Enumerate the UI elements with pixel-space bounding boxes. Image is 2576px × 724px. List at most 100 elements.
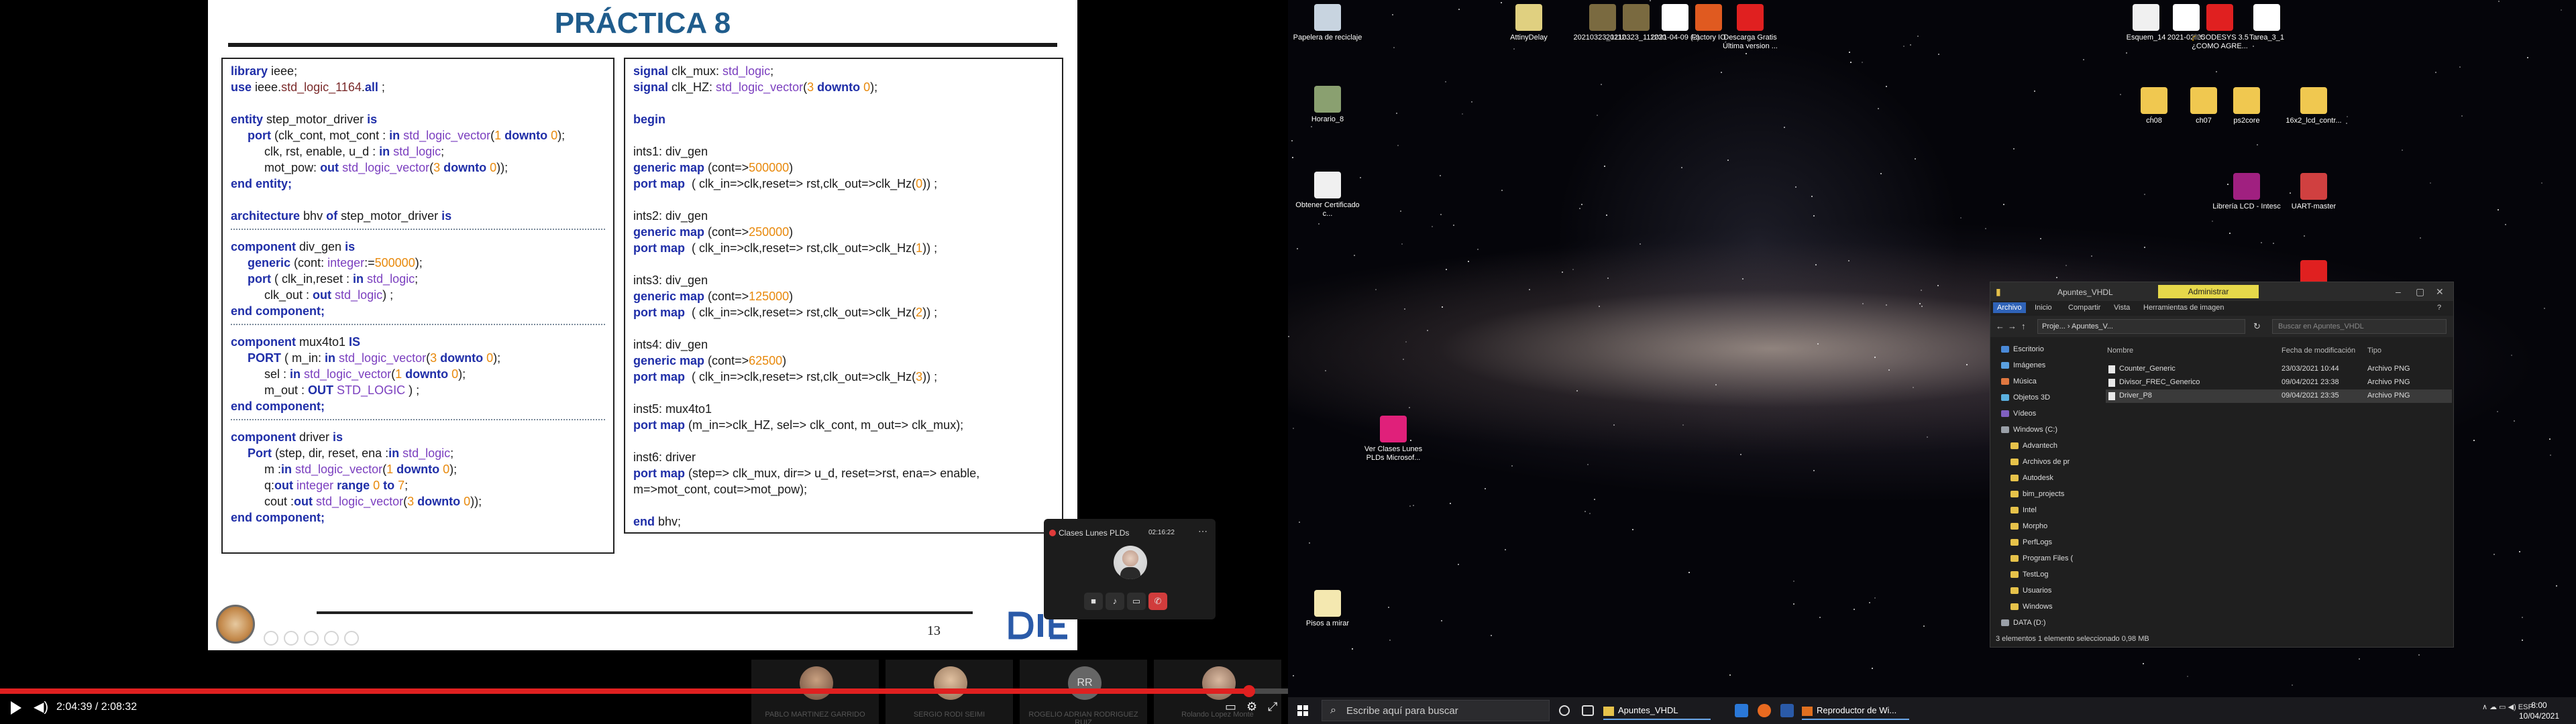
sidebar-item[interactable]: PerfLogs [1990, 534, 2103, 550]
taskbar-clock[interactable]: 8:00 10/04/2021 [2516, 700, 2563, 721]
more-options-icon[interactable]: ⋯ [1198, 526, 1208, 537]
firefox-icon[interactable] [1758, 704, 1771, 717]
desktop-icon[interactable]: AttinyDelay [1492, 4, 1566, 42]
taskbar-search-input[interactable]: ⌕ Escribe aquí para buscar [1322, 700, 1550, 721]
refresh-icon[interactable]: ↻ [2253, 321, 2261, 332]
sidebar-item[interactable]: Archivos de pr [1990, 454, 2103, 470]
sidebar-item[interactable]: Advantech [1990, 438, 2103, 454]
desktop-icon[interactable]: Ver Clases Lunes PLDs Microsof... [1356, 416, 1430, 463]
maximize-icon[interactable]: ▢ [2416, 286, 2424, 298]
desktop-icon[interactable]: Obtener Certificado c... [1291, 172, 1364, 219]
ribbon-tab-file[interactable]: Archivo [1993, 302, 2026, 313]
explorer-titlebar[interactable]: ▮ Apuntes_VHDL Administrar – ▢ ✕ [1990, 282, 2453, 301]
code-token: begin [633, 113, 665, 126]
sidebar-item[interactable]: Windows [1990, 599, 2103, 615]
taskbar-app-explorer[interactable]: Apuntes_VHDL [1603, 701, 1711, 720]
file-row[interactable]: Divisor_FREC_Generico 09/04/2021 23:38 Arc… [2106, 376, 2452, 389]
star [1872, 668, 1873, 669]
star [1440, 214, 1442, 215]
share-screen-icon[interactable]: ▭ [1127, 593, 1146, 610]
file-row[interactable]: Driver_P8 09/04/2021 23:35 Archivo PNG [2106, 389, 2452, 403]
desktop-icon[interactable]: Horario_8 [1291, 86, 1364, 124]
location-icon [2001, 378, 2009, 385]
desktop-icon[interactable]: Librería LCD - Intesc [2210, 173, 2284, 211]
video-progress-bar[interactable] [0, 685, 1288, 697]
forward-icon[interactable]: → [2008, 321, 2017, 331]
code-token: (cont=> [708, 354, 749, 367]
captions-icon[interactable]: ▭ [1225, 700, 1236, 714]
sidebar-item[interactable]: Morpho [1990, 518, 2103, 534]
sidebar-item[interactable]: bim_projects [1990, 486, 2103, 502]
help-icon[interactable]: ? [2437, 304, 2441, 312]
taskbar-app-media-player[interactable]: Reproductor de Wi... [1802, 701, 1909, 720]
volume-icon[interactable]: ◀) [34, 699, 48, 715]
code-token: ( clk_in,reset : [274, 272, 354, 286]
sidebar-item[interactable]: Windows (C:) [1990, 422, 2103, 438]
ribbon-tab-image-tools[interactable]: Herramientas de imagen [2143, 304, 2224, 312]
column-date[interactable]: Fecha de modificación [2282, 347, 2355, 355]
desktop-icon[interactable]: Tarea_3_1 [2230, 4, 2304, 42]
fullscreen-icon[interactable]: ⤢ [1268, 700, 1277, 714]
sidebar-item[interactable]: Vídeos [1990, 406, 2103, 422]
star [1811, 196, 1813, 197]
ribbon-tab-home[interactable]: Inicio [2035, 304, 2052, 312]
star [2144, 247, 2145, 248]
code-token: )) ; [922, 177, 938, 190]
zoom-mini-window[interactable]: Clases Lunes PLDs 02:16:22 ⋯ ■ ♪ ▭ ✆ [1044, 519, 1216, 619]
settings-icon[interactable]: ⚙ [1246, 700, 1257, 714]
sidebar-item[interactable]: Música [1990, 373, 2103, 389]
up-icon[interactable]: ↑ [2021, 321, 2026, 331]
desktop-icon[interactable]: Descarga Gratis Última version ... [1713, 4, 1787, 51]
cortana-icon[interactable] [1559, 705, 1570, 716]
slide-toolbar[interactable] [262, 629, 423, 648]
star [1878, 108, 1879, 109]
sidebar-item-label: Windows [2023, 603, 2053, 611]
code-token: ); [449, 463, 458, 476]
desktop-icon[interactable]: 16x2_lcd_contr... [2277, 87, 2351, 125]
address-bar[interactable]: Proje... › Apuntes_V... [2037, 319, 2245, 334]
code-token: ) [789, 225, 794, 239]
star [2091, 255, 2092, 257]
desktop-icon[interactable]: Papelera de reciclaje [1291, 4, 1364, 42]
back-icon[interactable]: ← [1996, 321, 2004, 331]
star [1599, 306, 1600, 307]
star [1450, 503, 1451, 504]
zoom-icon[interactable] [1780, 704, 1794, 717]
star [1405, 341, 1407, 343]
code-token: 3 [407, 495, 418, 508]
star [1375, 289, 1377, 290]
mic-toggle-icon[interactable]: ♪ [1106, 593, 1124, 610]
sidebar-item[interactable]: Autodesk [1990, 470, 2103, 486]
file-row[interactable]: Counter_Generic 23/03/2021 10:44 Archivo P… [2106, 363, 2452, 376]
sidebar-item[interactable]: Imágenes [1990, 357, 2103, 373]
video-toggle-icon[interactable]: ■ [1084, 593, 1103, 610]
ribbon-tab-share[interactable]: Compartir [2068, 304, 2100, 312]
task-view-icon[interactable] [1582, 705, 1594, 716]
windows-start-icon[interactable] [1297, 705, 1308, 716]
png-file-icon [2108, 365, 2115, 373]
sidebar-item[interactable]: Usuarios [1990, 583, 2103, 599]
desktop-icon[interactable]: ps2core [2210, 87, 2284, 125]
code-token: std_logic_vector [339, 351, 427, 365]
ribbon-tab-view[interactable]: Vista [2114, 304, 2130, 312]
star [1601, 84, 1602, 85]
minimize-icon[interactable]: – [2396, 286, 2401, 297]
leave-call-icon[interactable]: ✆ [1148, 593, 1167, 610]
sidebar-item[interactable]: Objetos 3D [1990, 389, 2103, 406]
close-icon[interactable]: ✕ [2436, 286, 2444, 298]
code-token: ( m_in: [284, 351, 325, 365]
manage-tab[interactable]: Administrar [2158, 285, 2259, 298]
column-type[interactable]: Tipo [2367, 347, 2381, 355]
outlook-icon[interactable] [1735, 704, 1748, 717]
sidebar-item[interactable]: Escritorio [1990, 341, 2103, 357]
sidebar-item[interactable]: DATA (D:) [1990, 615, 2103, 631]
sidebar-item[interactable]: TestLog [1990, 566, 2103, 583]
play-icon[interactable] [11, 701, 21, 715]
desktop-icon[interactable]: Pisos a mirar [1291, 590, 1364, 628]
column-name[interactable]: Nombre [2107, 347, 2133, 355]
file-explorer-window[interactable]: ▮ Apuntes_VHDL Administrar – ▢ ✕ Archivo… [1990, 282, 2454, 648]
desktop-icon[interactable]: UART-master [2277, 173, 2351, 211]
sidebar-item[interactable]: Intel [1990, 502, 2103, 518]
search-input[interactable]: Buscar en Apuntes_VHDL [2272, 319, 2447, 334]
sidebar-item[interactable]: Program Files ( [1990, 550, 2103, 566]
